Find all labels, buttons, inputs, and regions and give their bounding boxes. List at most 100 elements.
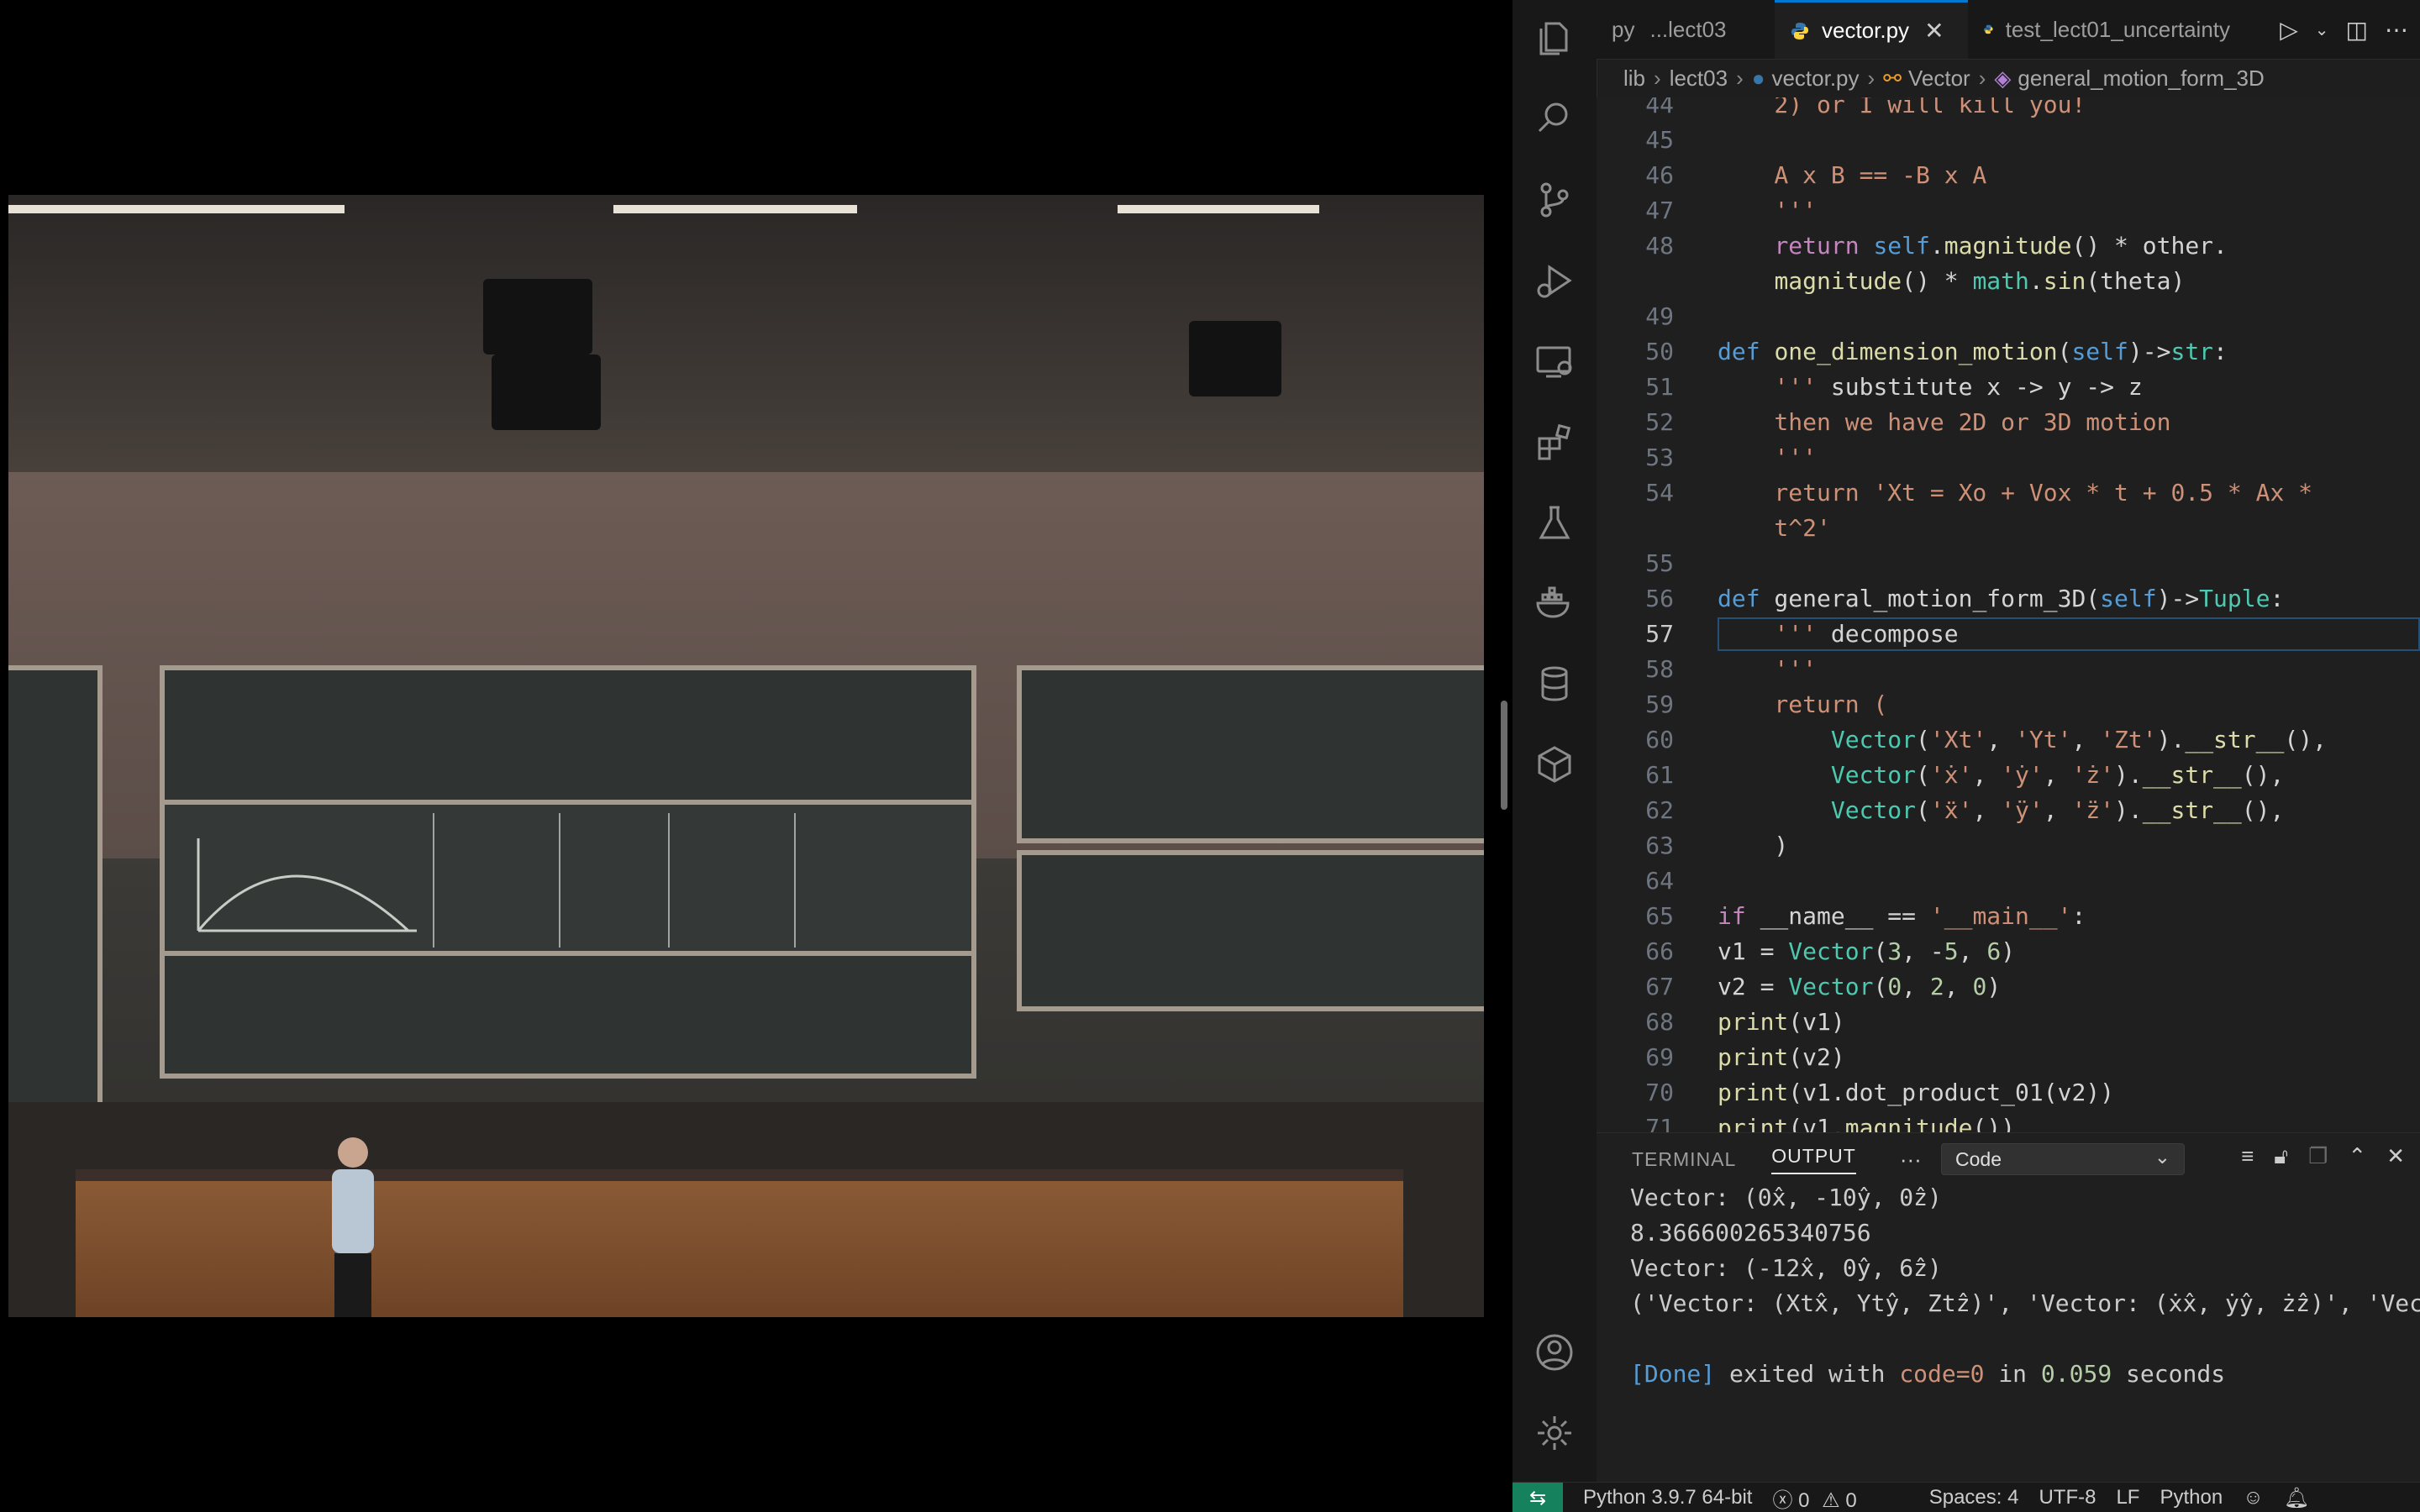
output-channel-select[interactable]: Code ⌄	[1941, 1143, 2185, 1175]
video-scroll-handle[interactable]	[1501, 701, 1507, 810]
code-text: Vector('ẋ', 'ẏ', 'ż').__str__(),	[1830, 761, 2285, 789]
code-line[interactable]: 56 def general_motion_form_3D(self)->Tupl…	[1597, 581, 2420, 617]
code-line[interactable]: 67 v2 = Vector(0, 2, 0)	[1597, 969, 2420, 1005]
editor-actions: ▷ ⌄ ◫ ⋯	[2280, 0, 2408, 59]
split-editor-icon[interactable]: ◫	[2346, 16, 2368, 44]
python-file-icon	[1984, 24, 1993, 34]
code-line[interactable]: 66 v1 = Vector(3, -5, 6)	[1597, 934, 2420, 969]
line-number: 44	[1645, 97, 1674, 118]
output-line: Vector: (-12x̂, 0ŷ, 6ẑ)	[1630, 1254, 1942, 1282]
code-line[interactable]: 53 '''	[1597, 440, 2420, 475]
breadcrumb-item[interactable]: Vector	[1908, 66, 1970, 92]
code-line[interactable]: 52 then we have 2D or 3D motion	[1597, 405, 2420, 440]
database-icon[interactable]	[1531, 660, 1578, 707]
tab-terminal[interactable]: TERMINAL	[1632, 1148, 1736, 1171]
end-of-line[interactable]: LF	[2116, 1486, 2139, 1509]
code-line[interactable]: 62 Vector('ẍ', 'ÿ', 'z̈').__str__(),	[1597, 793, 2420, 828]
code-text: Vector('ẍ', 'ÿ', 'z̈').__str__(),	[1830, 796, 2285, 824]
video-player[interactable]	[0, 0, 1512, 1512]
tab-output[interactable]: OUTPUT	[1771, 1145, 1856, 1174]
explorer-icon[interactable]	[1531, 15, 1578, 62]
tab-vector-py[interactable]: vector.py ✕	[1775, 0, 1968, 59]
line-number: 62	[1645, 796, 1674, 824]
output-line: [Done] exited with code=0 in 0.059 secon…	[1630, 1360, 2226, 1388]
warning-count: 0	[1845, 1488, 1857, 1512]
code-line[interactable]: t^2'	[1597, 511, 2420, 546]
chevron-right-icon: ›	[1736, 65, 1744, 91]
settings-gear-icon[interactable]	[1531, 1410, 1578, 1457]
line-number: 64	[1645, 867, 1674, 895]
code-line[interactable]: 47 '''	[1597, 193, 2420, 228]
code-line[interactable]: 60 Vector('Xt', 'Yt', 'Zt').__str__(),	[1597, 722, 2420, 758]
code-text: magnitude() * math.sin(theta)	[1774, 267, 2186, 295]
close-icon[interactable]: ✕	[1924, 17, 1944, 45]
encoding[interactable]: UTF-8	[2039, 1486, 2096, 1509]
error-count: 0	[1798, 1488, 1810, 1512]
line-number: 57	[1645, 620, 1674, 648]
code-line[interactable]: 57 ''' decompose	[1597, 617, 2420, 652]
remote-explorer-icon[interactable]	[1531, 338, 1578, 385]
line-number: 58	[1645, 655, 1674, 683]
code-line[interactable]: 64	[1597, 864, 2420, 899]
chevron-down-icon[interactable]: ⌄	[2315, 19, 2329, 40]
python-interpreter[interactable]: Python 3.9.7 64-bit	[1583, 1486, 1752, 1509]
code-editor[interactable]: 44 2) or I will kill you! 45 46 A x B == -…	[1597, 97, 2420, 1132]
panel-more-icon[interactable]: ···	[1900, 1147, 1922, 1173]
code-line[interactable]: 69 print(v2)	[1597, 1040, 2420, 1075]
code-line[interactable]: 46 A x B == -B x A	[1597, 158, 2420, 193]
breadcrumb-item[interactable]: lect03	[1670, 66, 1728, 92]
code-line[interactable]: magnitude() * math.sin(theta)	[1597, 264, 2420, 299]
run-debug-icon[interactable]	[1531, 257, 1578, 304]
clear-output-icon[interactable]: ≡	[2241, 1143, 2254, 1170]
testing-icon[interactable]	[1531, 499, 1578, 546]
code-text: '''	[1718, 655, 1818, 683]
code-line[interactable]: 44 2) or I will kill you!	[1597, 97, 2420, 123]
breadcrumb-item[interactable]: vector.py	[1771, 66, 1859, 92]
code-line[interactable]: 61 Vector('ẋ', 'ẏ', 'ż').__str__(),	[1597, 758, 2420, 793]
code-line[interactable]: 59 return (	[1597, 687, 2420, 722]
line-number: 50	[1645, 338, 1674, 365]
code-line[interactable]: 51 ''' substitute x -> y -> z	[1597, 370, 2420, 405]
maximize-panel-icon[interactable]: ⌃	[2348, 1143, 2366, 1170]
code-line[interactable]: 45	[1597, 123, 2420, 158]
problems-indicator[interactable]: ⓧ 0 ⚠ 0	[1772, 1483, 1856, 1512]
video-frame[interactable]	[8, 195, 1484, 1317]
extensions-icon[interactable]	[1531, 418, 1578, 465]
code-line[interactable]: 50 def one_dimension_motion(self)->str:	[1597, 334, 2420, 370]
code-line[interactable]: 54 return 'Xt = Xo + Vox * t + 0.5 * Ax …	[1597, 475, 2420, 511]
code-text: v1 = Vector(3, -5, 6)	[1718, 937, 2016, 965]
tab-test-lect01[interactable]: test_lect01_uncertainty	[1968, 0, 2245, 59]
code-line[interactable]: 63 )	[1597, 828, 2420, 864]
account-icon[interactable]	[1531, 1329, 1578, 1376]
notifications-bell-icon[interactable]: 🔔︎	[2284, 1486, 2309, 1510]
tab-lect03[interactable]: py ...lect03	[1597, 0, 1775, 59]
packages-icon[interactable]	[1531, 741, 1578, 788]
search-icon[interactable]	[1531, 94, 1578, 141]
more-actions-icon[interactable]: ⋯	[2385, 16, 2408, 44]
status-bar: ⇆ Python 3.9.7 64-bit ⓧ 0 ⚠ 0 Spaces: 4 …	[1512, 1482, 2420, 1512]
copy-icon[interactable]: ❐	[2308, 1143, 2328, 1170]
code-line[interactable]: 71 print(v1.magnitude())	[1597, 1110, 2420, 1132]
code-line[interactable]: 55	[1597, 546, 2420, 581]
code-text: v2 = Vector(0, 2, 0)	[1718, 973, 2002, 1000]
code-line[interactable]: 58 '''	[1597, 652, 2420, 687]
run-icon[interactable]: ▷	[2280, 16, 2298, 44]
code-line[interactable]: 48 return self.magnitude() * other.	[1597, 228, 2420, 264]
indentation[interactable]: Spaces: 4	[1929, 1486, 2019, 1509]
language-mode[interactable]: Python	[2160, 1486, 2223, 1509]
source-control-icon[interactable]	[1531, 176, 1578, 223]
feedback-icon[interactable]: ☺	[2243, 1486, 2264, 1509]
close-icon[interactable]: ✕	[2386, 1143, 2405, 1170]
remote-indicator-icon[interactable]: ⇆	[1512, 1483, 1563, 1512]
docker-icon[interactable]	[1531, 580, 1578, 627]
code-line[interactable]: 68 print(v1)	[1597, 1005, 2420, 1040]
lock-icon[interactable]: 🔓︎	[2274, 1143, 2288, 1170]
lecture-hall-ceiling	[8, 195, 1484, 472]
code-line[interactable]: 49	[1597, 299, 2420, 334]
code-line[interactable]: 70 print(v1.dot_product_01(v2))	[1597, 1075, 2420, 1110]
breadcrumb-item[interactable]: lib	[1623, 66, 1645, 92]
breadcrumb-item[interactable]: general_motion_form_3D	[2018, 66, 2264, 92]
line-number: 55	[1645, 549, 1674, 577]
lecture-desk	[76, 1169, 1403, 1317]
code-line[interactable]: 65 if __name__ == '__main__':	[1597, 899, 2420, 934]
